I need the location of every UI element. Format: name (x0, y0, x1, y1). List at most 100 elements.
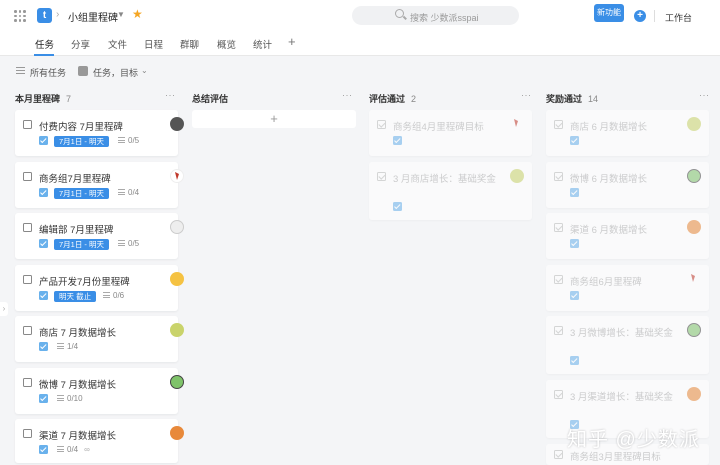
chevron-down-icon[interactable]: ▼ (117, 10, 125, 19)
view-filter[interactable]: 任务，目标 (93, 66, 138, 79)
subtask-count: 0/4 (118, 188, 139, 198)
avatar[interactable] (687, 220, 701, 234)
view-icon (78, 66, 88, 76)
task-checkbox[interactable] (23, 429, 32, 438)
watermark: 知乎 @少数派 (567, 429, 700, 451)
checked-icon (393, 202, 402, 211)
task-checkbox[interactable] (554, 223, 563, 232)
tab-schedule[interactable]: 日程 (144, 37, 163, 51)
task-card[interactable]: 3 月商店增长：基础奖金 (369, 162, 532, 220)
link-icon: ∞ (84, 445, 90, 454)
avatar[interactable] (170, 375, 184, 389)
task-card[interactable]: 渠道 6 月数据增长 (546, 213, 709, 259)
task-title: 商店 7 月数据增长 (39, 328, 117, 339)
task-card[interactable]: 商店 7 月数据增长 1/4 (15, 316, 184, 362)
filter-bar: 所有任务 任务，目标 ⌄ (0, 56, 720, 84)
new-feature-button[interactable]: 新功能 (594, 4, 624, 22)
avatar[interactable] (170, 426, 184, 440)
add-tab-button[interactable]: + (288, 34, 296, 49)
subtask-count: 0/4 ∞ (57, 445, 90, 455)
avatar[interactable] (687, 272, 701, 286)
search-icon (395, 9, 404, 18)
list-icon (57, 446, 64, 452)
task-card[interactable]: 产品开发7月份里程碑 明天 截止 0/6 (15, 265, 184, 311)
column-header: 总结评估 (192, 92, 234, 105)
task-title: 微博 6 月数据增长 (570, 174, 648, 185)
tab-files[interactable]: 文件 (108, 37, 127, 51)
star-icon[interactable]: ★ (132, 7, 143, 21)
task-checkbox[interactable] (23, 120, 32, 129)
task-checkbox[interactable] (554, 172, 563, 181)
avatar[interactable] (170, 220, 184, 234)
task-card[interactable]: 微博 7 月数据增长 0/10 (15, 368, 184, 414)
checked-icon (39, 394, 48, 403)
avatar[interactable] (170, 323, 184, 337)
apps-grid-icon[interactable] (14, 10, 26, 22)
avatar[interactable] (510, 117, 524, 131)
task-title: 3 月渠道增长：基础奖金 (570, 392, 673, 403)
all-tasks-filter[interactable]: 所有任务 (30, 66, 66, 79)
task-card[interactable]: 商务组6月里程碑 (546, 265, 709, 311)
task-card[interactable]: 商务组7月里程碑 7月1日 - 明天 0/4 (15, 162, 184, 208)
subtask-count: 0/5 (118, 239, 139, 249)
task-checkbox[interactable] (23, 326, 32, 335)
task-checkbox[interactable] (377, 172, 386, 181)
tab-bar: 任务 分享 文件 日程 群聊 概览 统计 + (0, 30, 720, 56)
task-card[interactable]: 3 月微博增长：基础奖金 (546, 316, 709, 374)
task-card[interactable]: 微博 6 月数据增长 (546, 162, 709, 208)
workbench-button[interactable]: 工作台 (665, 11, 692, 24)
tab-chat[interactable]: 群聊 (180, 37, 199, 51)
avatar[interactable] (687, 323, 701, 337)
checked-icon (570, 239, 579, 248)
checked-icon (570, 291, 579, 300)
task-checkbox[interactable] (23, 378, 32, 387)
tab-tasks[interactable]: 任务 (35, 37, 54, 51)
task-checkbox[interactable] (23, 275, 32, 284)
task-card[interactable]: 付费内容 7月里程碑 7月1日 - 明天 0/5 (15, 110, 184, 156)
more-icon[interactable]: ··· (699, 90, 710, 100)
task-checkbox[interactable] (554, 275, 563, 284)
avatar[interactable] (687, 169, 701, 183)
task-title: 渠道 6 月数据增长 (570, 225, 648, 236)
list-icon (103, 292, 110, 298)
task-title: 付费内容 7月里程碑 (39, 122, 123, 133)
task-checkbox[interactable] (554, 450, 563, 459)
task-card[interactable]: 渠道 7 月数据增长 0/4 ∞ (15, 419, 184, 463)
avatar[interactable] (687, 387, 701, 401)
checked-icon (39, 136, 48, 145)
avatar[interactable] (170, 117, 184, 131)
avatar[interactable] (170, 272, 184, 286)
menu-icon[interactable] (16, 67, 25, 74)
task-card[interactable]: 编辑部 7月里程碑 7月1日 - 明天 0/5 (15, 213, 184, 259)
add-icon[interactable]: + (634, 10, 646, 22)
task-checkbox[interactable] (554, 120, 563, 129)
tab-share[interactable]: 分享 (71, 37, 90, 51)
chevron-down-icon[interactable]: ⌄ (141, 66, 148, 75)
task-title: 渠道 7 月数据增长 (39, 431, 117, 442)
app-logo-icon[interactable]: t (37, 8, 52, 23)
add-card-button[interactable]: + (192, 110, 356, 128)
task-title: 商务组4月里程碑目标 (393, 122, 484, 133)
more-icon[interactable]: ··· (165, 90, 176, 100)
project-title[interactable]: 小组里程碑 (68, 9, 118, 24)
task-title: 商务组6月里程碑 (570, 277, 642, 288)
breadcrumb-separator: › (56, 9, 60, 20)
more-icon[interactable]: ··· (521, 90, 532, 100)
task-checkbox[interactable] (23, 223, 32, 232)
task-checkbox[interactable] (554, 326, 563, 335)
list-icon (118, 137, 125, 143)
avatar[interactable] (687, 117, 701, 131)
subtask-count: 0/6 (103, 291, 124, 301)
avatar[interactable] (170, 169, 184, 183)
tab-stats[interactable]: 统计 (253, 37, 272, 51)
task-checkbox[interactable] (377, 120, 386, 129)
task-card[interactable]: 商务组4月里程碑目标 (369, 110, 532, 156)
task-checkbox[interactable] (23, 172, 32, 181)
task-checkbox[interactable] (554, 390, 563, 399)
more-icon[interactable]: ··· (342, 90, 353, 100)
avatar[interactable] (510, 169, 524, 183)
sidebar-collapse-handle[interactable]: › (0, 302, 8, 316)
task-card[interactable]: 商店 6 月数据增长 (546, 110, 709, 156)
tab-overview[interactable]: 概览 (217, 37, 236, 51)
task-title: 编辑部 7月里程碑 (39, 225, 114, 236)
